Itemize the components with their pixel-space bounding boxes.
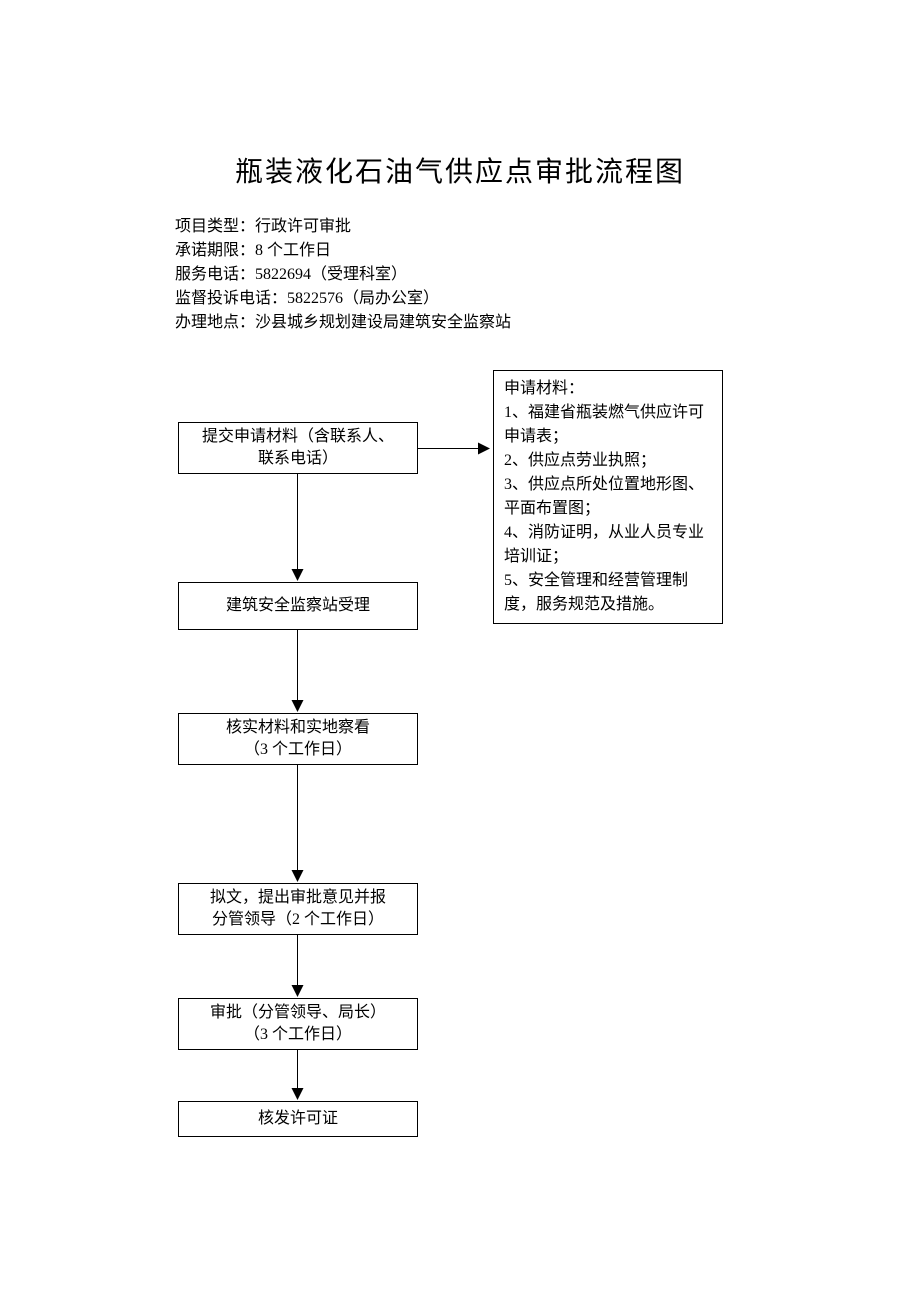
page-title: 瓶装液化石油气供应点审批流程图 (0, 150, 920, 190)
materials-item: 4、消防证明，从业人员专业培训证； (504, 521, 712, 569)
step-text: 分管领导（2 个工作日） (212, 909, 384, 931)
step-accept: 建筑安全监察站受理 (178, 582, 418, 630)
arrow-head-right-icon (478, 443, 490, 455)
step-text: 核发许可证 (258, 1108, 338, 1130)
step-approve: 审批（分管领导、局长） （3 个工作日） (178, 998, 418, 1050)
step-text: （3 个工作日） (244, 739, 352, 761)
materials-item: 1、福建省瓶装燃气供应许可申请表； (504, 401, 712, 449)
arrow-line (297, 630, 298, 700)
step-submit-materials: 提交申请材料（含联系人、 联系电话） (178, 422, 418, 474)
arrow-line (297, 765, 298, 870)
materials-title: 申请材料： (504, 377, 712, 401)
step-verify: 核实材料和实地察看 （3 个工作日） (178, 713, 418, 765)
arrow-head-down-icon (292, 985, 304, 997)
info-line: 项目类型：行政许可审批 (175, 215, 511, 239)
step-text: 核实材料和实地察看 (226, 717, 370, 739)
step-text: 建筑安全监察站受理 (226, 595, 370, 617)
info-line: 监督投诉电话：5822576（局办公室） (175, 287, 511, 311)
step-draft: 拟文，提出审批意见并报 分管领导（2 个工作日） (178, 883, 418, 935)
arrow-line (297, 474, 298, 569)
step-text: 审批（分管领导、局长） (210, 1002, 386, 1024)
step-issue: 核发许可证 (178, 1101, 418, 1137)
arrow-head-down-icon (292, 1088, 304, 1100)
info-block: 项目类型：行政许可审批 承诺期限：8 个工作日 服务电话：5822694（受理科… (175, 215, 511, 335)
step-text: 提交申请材料（含联系人、 (202, 426, 394, 448)
step-text: 拟文，提出审批意见并报 (210, 887, 386, 909)
arrow-line (297, 1050, 298, 1088)
materials-item: 2、供应点劳业执照； (504, 449, 712, 473)
arrow-line (418, 448, 478, 449)
materials-box: 申请材料： 1、福建省瓶装燃气供应许可申请表； 2、供应点劳业执照； 3、供应点… (493, 370, 723, 624)
info-line: 承诺期限：8 个工作日 (175, 239, 511, 263)
arrow-head-down-icon (292, 700, 304, 712)
step-text: 联系电话） (258, 448, 338, 470)
materials-item: 5、安全管理和经营管理制度，服务规范及措施。 (504, 569, 712, 617)
step-text: （3 个工作日） (244, 1024, 352, 1046)
arrow-line (297, 935, 298, 985)
materials-item: 3、供应点所处位置地形图、平面布置图； (504, 473, 712, 521)
info-line: 服务电话：5822694（受理科室） (175, 263, 511, 287)
info-line: 办理地点：沙县城乡规划建设局建筑安全监察站 (175, 311, 511, 335)
arrow-head-down-icon (292, 569, 304, 581)
arrow-head-down-icon (292, 870, 304, 882)
